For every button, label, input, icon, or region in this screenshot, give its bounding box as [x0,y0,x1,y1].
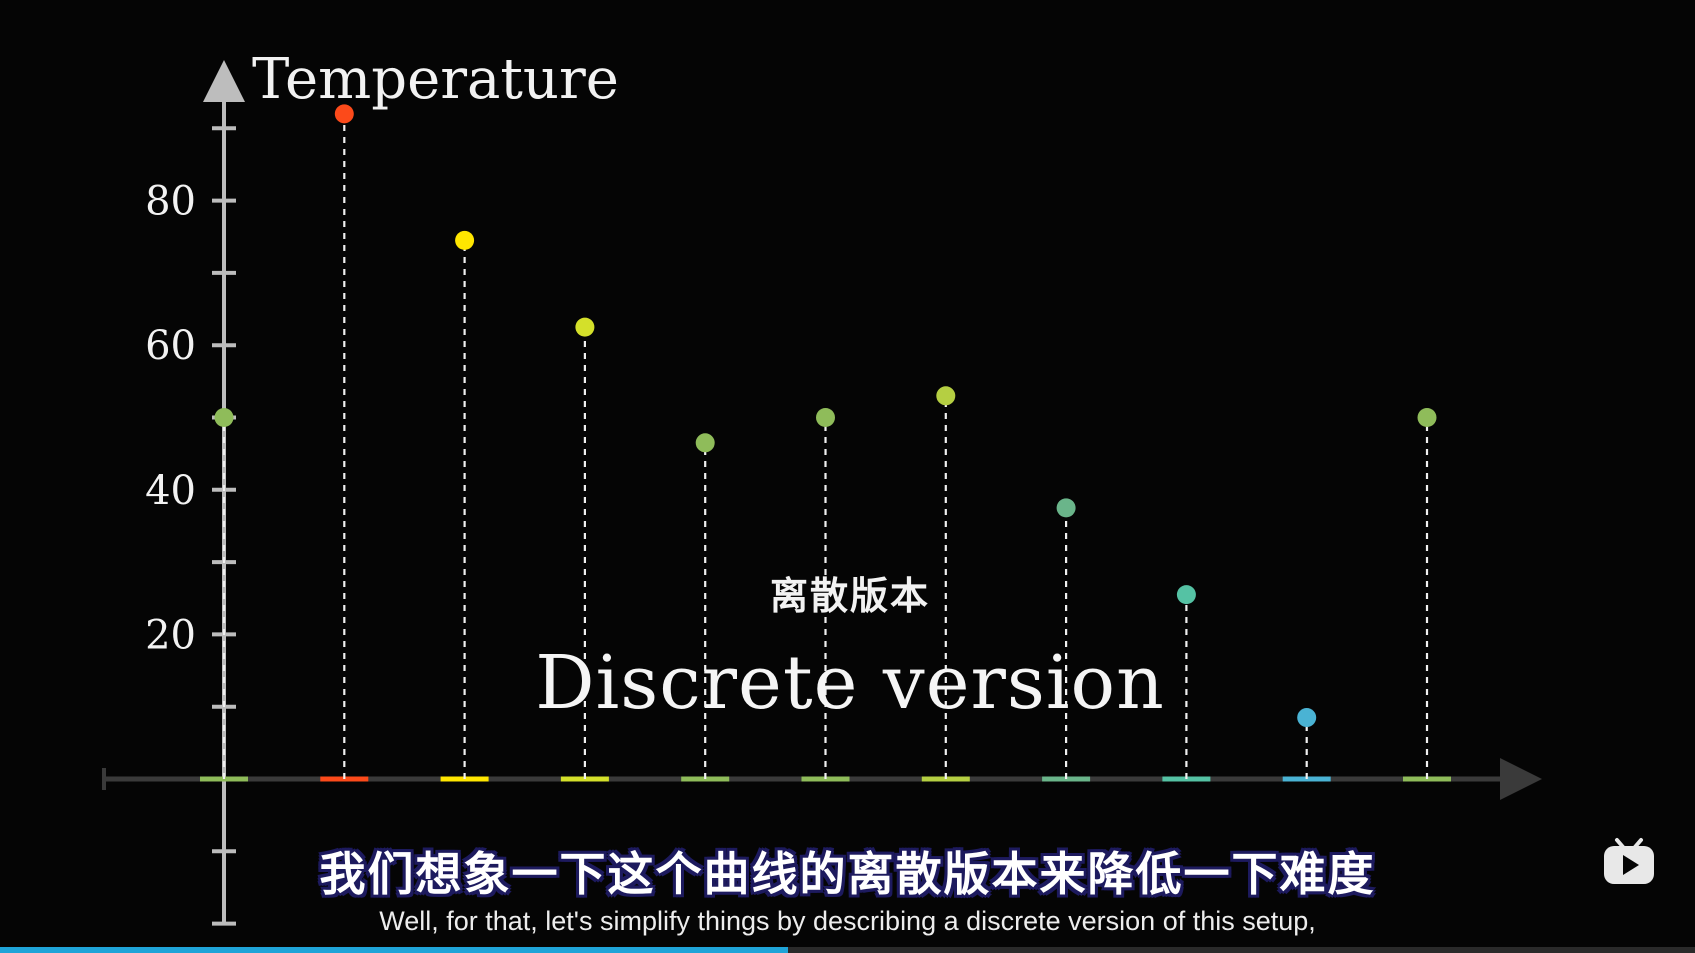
data-point [1297,708,1317,728]
data-point [936,386,956,406]
subtitle-chinese: 我们想象一下这个曲线的离散版本来降低一下难度 [319,847,1376,901]
data-point [816,408,835,427]
data-point [1056,498,1076,518]
subtitle-english: Well, for that, let's simplify things by… [379,906,1316,936]
data-point [695,433,715,453]
video-frame: 20 40 60 80 Temperature 离散版本 Discrete versio… [0,0,1695,953]
video-progress-fill [0,947,789,953]
chart-axes [102,60,1542,926]
bilibili-tv-icon[interactable] [1602,836,1656,886]
y-tick-label: 20 [145,612,196,658]
video-progress-bar[interactable] [0,947,1695,953]
y-axis-arrow-icon [203,60,245,102]
y-tick-label: 60 [145,323,196,369]
data-point [214,408,234,427]
data-point [575,317,595,337]
x-axis-arrow-icon [1500,758,1542,800]
data-point [455,230,475,250]
chart-labels: 20 40 60 80 Temperature [145,47,619,658]
data-point [1176,585,1196,605]
y-axis-label: Temperature [252,47,619,112]
y-tick-label: 80 [145,179,196,225]
overlay-discrete-version-label: Discrete version [535,640,1165,726]
temperature-chart: 20 40 60 80 Temperature [102,47,1542,926]
data-point [1417,408,1437,427]
y-tick-label: 40 [145,468,196,514]
overlay-chinese-label: 离散版本 [769,574,930,618]
